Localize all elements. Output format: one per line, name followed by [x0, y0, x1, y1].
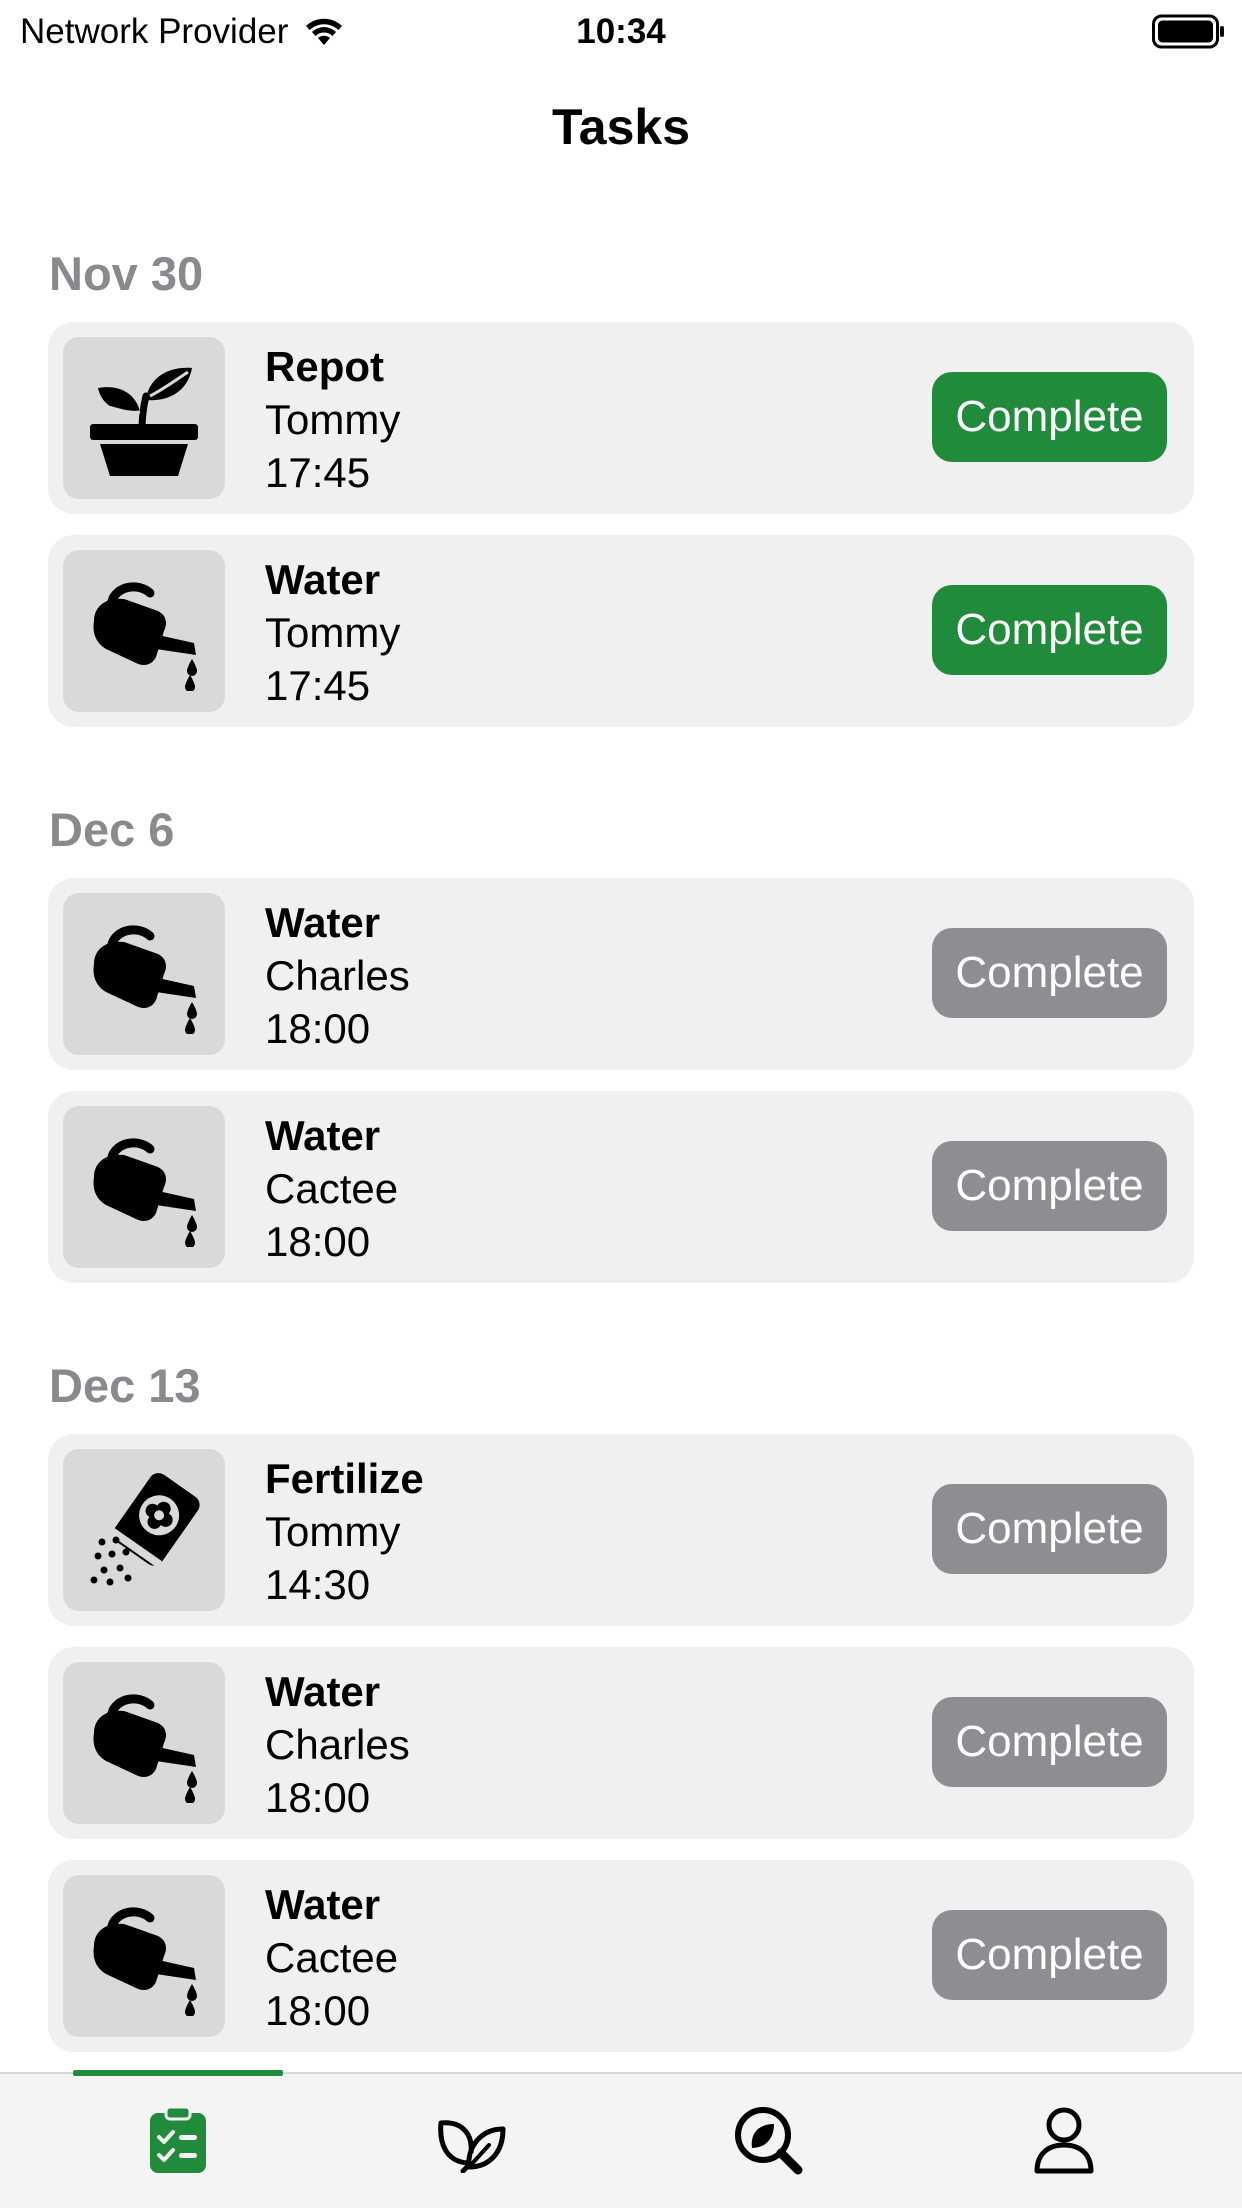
task-time: 18:00	[265, 1987, 371, 2034]
watering-can-icon	[84, 1683, 204, 1803]
watering-can-icon	[84, 914, 204, 1034]
task-details: Repot Tommy 17:45	[265, 340, 400, 499]
leaves-icon	[438, 2120, 506, 2173]
task-details: Water Tommy 17:45	[265, 553, 400, 712]
task-type: Water	[265, 1881, 381, 1928]
task-details: Fertilize Tommy 14:30	[265, 1452, 424, 1611]
task-details: Water Charles 18:00	[265, 1665, 410, 1824]
task-details: Water Cactee 18:00	[265, 1878, 398, 2037]
battery-icon	[1152, 14, 1224, 49]
section-header-date: Dec 6	[49, 803, 175, 856]
complete-button[interactable]: Complete	[932, 1697, 1167, 1787]
task-card[interactable]: Water Charles 18:00 Complete	[48, 1647, 1194, 1839]
task-type: Water	[265, 1668, 381, 1715]
status-time: 10:34	[576, 12, 666, 51]
task-plant: Cactee	[265, 1934, 399, 1981]
clipboard-checklist-icon	[150, 2105, 206, 2173]
complete-button[interactable]: Complete	[932, 1484, 1167, 1574]
task-icon-box	[63, 550, 225, 712]
task-card[interactable]: Water Tommy 17:45 Complete	[48, 535, 1194, 727]
task-time: 14:30	[265, 1561, 371, 1608]
task-icon-box	[63, 893, 225, 1055]
plant-search-icon	[735, 2107, 803, 2175]
task-time: 17:45	[265, 662, 371, 709]
complete-button[interactable]: Complete	[932, 372, 1167, 462]
task-type: Water	[265, 899, 381, 946]
task-plant: Charles	[265, 1721, 410, 1768]
tab-tasks[interactable]	[138, 2100, 218, 2180]
tab-selected-indicator	[73, 2070, 283, 2076]
status-bar: Network Provider 10:34	[0, 0, 1242, 64]
task-icon-box	[63, 1106, 225, 1268]
task-plant: Tommy	[265, 396, 401, 443]
watering-can-icon	[84, 1896, 204, 2016]
page-title: Tasks	[551, 99, 691, 155]
task-card[interactable]: Water Charles 18:00 Complete	[48, 878, 1194, 1070]
task-card[interactable]: Repot Tommy 17:45 Complete	[48, 322, 1194, 514]
person-icon	[1034, 2107, 1094, 2174]
task-type: Repot	[265, 343, 384, 390]
task-card[interactable]: Water Cactee 18:00 Complete	[48, 1091, 1194, 1283]
task-type: Water	[265, 1112, 381, 1159]
task-details: Water Cactee 18:00	[265, 1109, 398, 1268]
complete-button[interactable]: Complete	[932, 1910, 1167, 2000]
task-plant: Tommy	[265, 1508, 401, 1555]
task-plant: Tommy	[265, 609, 401, 656]
task-time: 18:00	[265, 1218, 371, 1265]
task-time: 17:45	[265, 449, 371, 496]
complete-button[interactable]: Complete	[932, 928, 1167, 1018]
task-card[interactable]: Fertilize Tommy 14:30 Complete	[48, 1434, 1194, 1626]
watering-can-icon	[84, 1127, 204, 1247]
task-time: 18:00	[265, 1005, 371, 1052]
task-icon-box	[63, 1662, 225, 1824]
task-icon-box	[63, 337, 225, 499]
task-type: Fertilize	[265, 1455, 424, 1502]
fertilizer-bag-icon	[84, 1470, 204, 1590]
watering-can-icon	[84, 571, 204, 691]
complete-button[interactable]: Complete	[932, 585, 1167, 675]
task-time: 18:00	[265, 1774, 371, 1821]
potted-plant-icon	[84, 358, 204, 478]
tab-plants[interactable]	[432, 2100, 512, 2180]
section-header-date: Nov 30	[49, 247, 204, 300]
tab-search[interactable]	[728, 2100, 808, 2180]
tab-profile[interactable]	[1024, 2100, 1104, 2180]
section-header-date: Dec 13	[49, 1359, 201, 1412]
complete-button[interactable]: Complete	[932, 1141, 1167, 1231]
task-plant: Cactee	[265, 1165, 399, 1212]
task-type: Water	[265, 556, 381, 603]
task-plant: Charles	[265, 952, 410, 999]
task-icon-box	[63, 1449, 225, 1611]
task-icon-box	[63, 1875, 225, 2037]
task-card[interactable]: Water Cactee 18:00 Complete	[48, 1860, 1194, 2052]
task-details: Water Charles 18:00	[265, 896, 410, 1055]
